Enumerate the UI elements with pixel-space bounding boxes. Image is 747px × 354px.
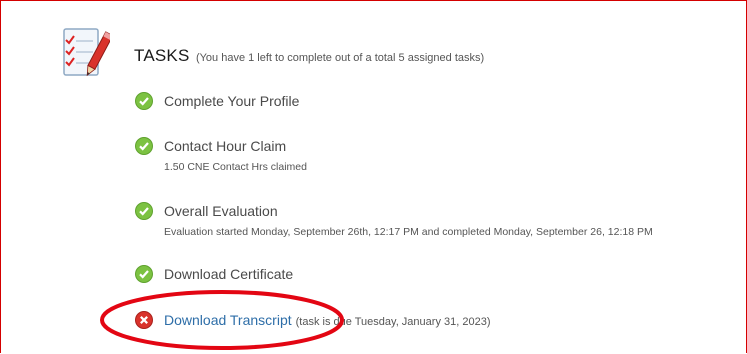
task-name: Download Transcript (task is due Tuesday,…: [164, 311, 490, 331]
check-circle-icon: [135, 92, 153, 110]
task-name: Complete Your Profile: [164, 93, 300, 109]
tasks-summary: (You have 1 left to complete out of a to…: [195, 52, 485, 64]
task-due-date: (task is due Tuesday, January 31, 2023): [295, 316, 491, 328]
check-circle-icon: [135, 265, 153, 283]
check-circle-icon: [135, 137, 153, 155]
download-transcript-link[interactable]: Download Transcript: [164, 312, 292, 328]
task-name: Overall Evaluation: [164, 203, 278, 219]
check-circle-icon: [135, 202, 153, 220]
task-name: Download Certificate: [164, 266, 294, 282]
task-name: Contact Hour Claim: [164, 138, 287, 154]
task-detail: Evaluation started Monday, September 26t…: [164, 226, 653, 238]
tasks-title: TASKS: [134, 46, 190, 65]
task-detail: 1.50 CNE Contact Hrs claimed: [164, 161, 307, 173]
tasks-header: TASKS (You have 1 left to complete out o…: [134, 46, 484, 66]
x-circle-icon: [135, 311, 153, 329]
checklist-pencil-icon: [63, 28, 110, 77]
